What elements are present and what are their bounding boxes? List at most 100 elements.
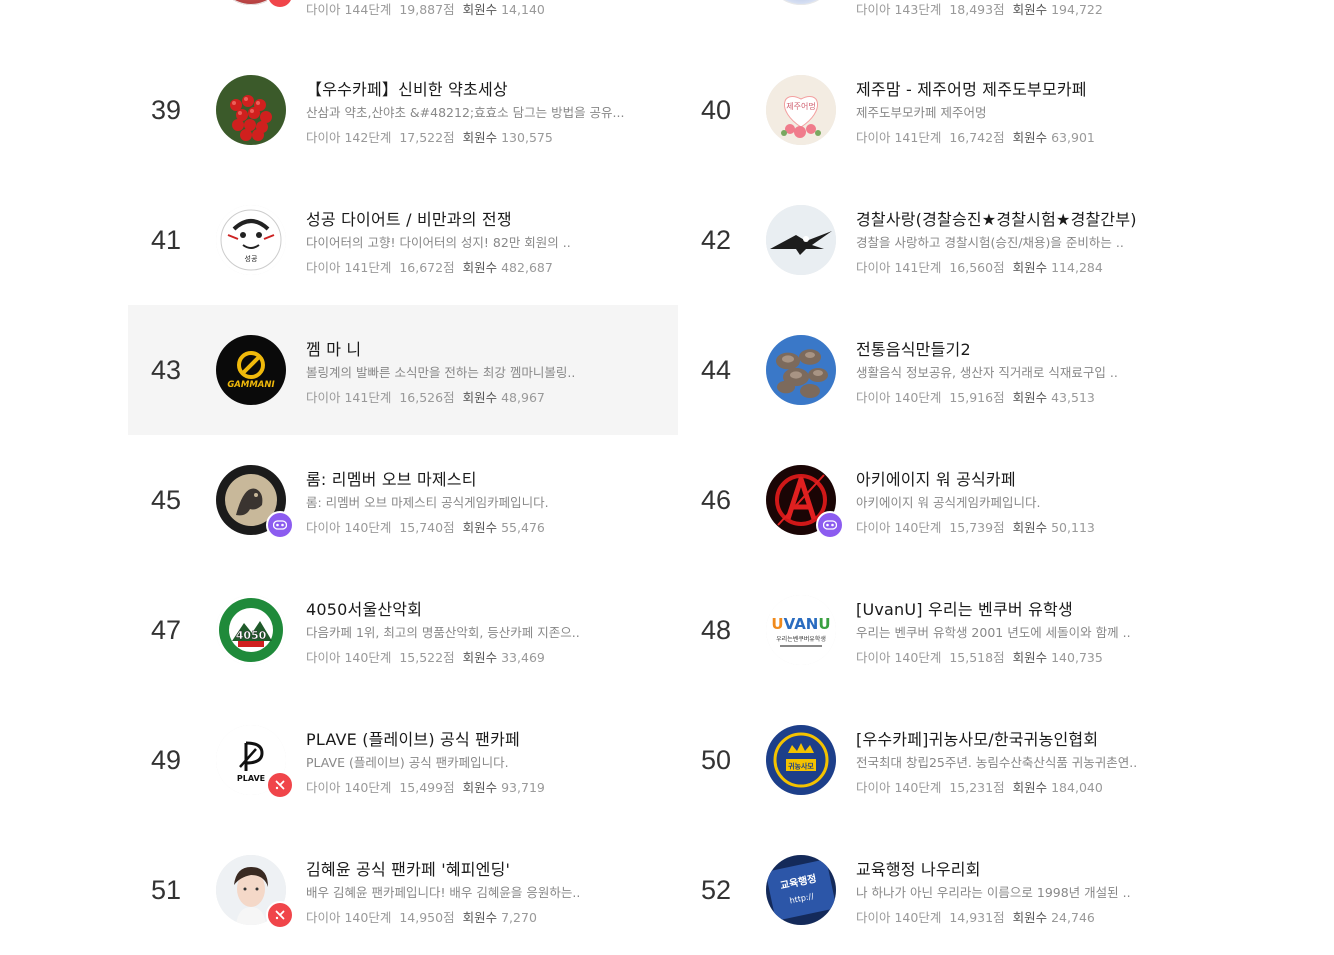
- svg-text:UVANU: UVANU: [771, 615, 830, 633]
- cafe-title[interactable]: 껨 마 니: [306, 340, 666, 360]
- cafe-thumbnail-farm-crest-icon[interactable]: 귀농사모: [766, 725, 836, 795]
- cafe-description: 배우 김혜윤 팬카페입니다! 배우 김혜윤을 응원하는..: [306, 885, 581, 900]
- fan-badge-icon: [266, 901, 294, 929]
- cafe-level: 다이아 141단계: [306, 390, 392, 405]
- cafe-level: 다이아 140단계: [306, 520, 392, 535]
- members-label: 회원수: [462, 2, 498, 17]
- cafe-title[interactable]: [우수카페]귀농사모/한국귀농인협회: [856, 730, 1216, 750]
- members-label: 회원수: [1012, 780, 1048, 795]
- cafe-ranking-item[interactable]: 44 전통음식만들기2 생활음식 정보공유, 생산자 직거래로 식재료구입 ..…: [678, 305, 1228, 435]
- cafe-level: 다이아 140단계: [306, 650, 392, 665]
- cafe-ranking-item[interactable]: 47 4050 4050서울산악회 다음카페 1위, 최고의 명품산악회, 등산…: [128, 565, 678, 695]
- cafe-thumbnail-gammani-logo-icon[interactable]: GAMMANI: [216, 335, 286, 405]
- members-label: 회원수: [1012, 2, 1048, 17]
- cafe-title[interactable]: 4050서울산악회: [306, 600, 666, 620]
- members-label: 회원수: [462, 390, 498, 405]
- members-label: 회원수: [462, 520, 498, 535]
- cafe-meta: 다이아 140단계 14,950점 회원수 7,270: [306, 910, 666, 925]
- cafe-description: 전국최대 창립25주년. 농림수산축산식품 귀농귀촌연..: [856, 755, 1138, 770]
- members-count: 93,719: [501, 780, 545, 795]
- cafe-ranking-item[interactable]: 39 【우수카페】신비한 약초세상 산삼과 약초,산야초 &#48212;효효소…: [128, 45, 678, 175]
- cafe-thumbnail-archeage-logo-icon[interactable]: [766, 465, 844, 539]
- svg-text:PLAVE: PLAVE: [237, 774, 265, 783]
- cafe-rank: 48: [700, 614, 732, 645]
- cafe-level: 다이아 140단계: [856, 650, 942, 665]
- cafe-meta: 다이아 144단계 19,887점 회원수 14,140: [306, 2, 666, 17]
- cafe-level: 다이아 140단계: [306, 780, 392, 795]
- cafe-score: 19,887점: [399, 2, 455, 17]
- members-label: 회원수: [1012, 650, 1048, 665]
- eagle-icon: [766, 205, 836, 275]
- members-label: 회원수: [1012, 130, 1048, 145]
- cafe-thumbnail-flower-heart-icon[interactable]: 제주어멍: [766, 75, 836, 145]
- cafe-level: 다이아 144단계: [306, 2, 392, 17]
- cafe-title[interactable]: 【우수카페】신비한 약초세상: [306, 80, 666, 100]
- cafe-meta: 다이아 141단계 16,742점 회원수 63,901: [856, 130, 1216, 145]
- members-count: 130,575: [501, 130, 553, 145]
- cafe-score: 15,916점: [949, 390, 1005, 405]
- partial-row-left[interactable]: 다이아 144단계 19,887점 회원수 14,140: [128, 0, 678, 35]
- cafe-thumbnail-red-berries-icon[interactable]: [216, 75, 286, 145]
- cafe-ranking-item[interactable]: 49 PLAVE PLAVE (플레이브) 공식 팬카페 PLAVE (플레이브…: [128, 695, 678, 825]
- cafe-ranking-item[interactable]: 45 롬: 리멤버 오브 마제스티 롬: 리멤버 오브 마제스티 공식게임카페입…: [128, 435, 678, 565]
- cafe-ranking-item[interactable]: 43 GAMMANI 껨 마 니 볼링계의 발빠른 소식만을 전하는 최강 껨마…: [128, 305, 678, 435]
- cafe-rank: 45: [150, 484, 182, 515]
- cafe-thumbnail-hiking-club-logo-icon[interactable]: 4050: [216, 595, 286, 665]
- cafe-title[interactable]: 아키에이지 워 공식카페: [856, 470, 1216, 490]
- cafe-score: 15,518점: [949, 650, 1005, 665]
- cafe-thumbnail-eagle-icon[interactable]: [766, 205, 836, 275]
- members-label: 회원수: [462, 910, 498, 925]
- cafe-title[interactable]: 경찰사랑(경찰승진★경찰시험★경찰간부): [856, 210, 1216, 230]
- cafe-thumbnail-moon-wolf-icon[interactable]: [216, 465, 294, 539]
- cafe-description: 아키에이지 워 공식게임카페입니다.: [856, 495, 1041, 510]
- cafe-title[interactable]: 전통음식만들기2: [856, 340, 1216, 360]
- cafe-title[interactable]: 롬: 리멤버 오브 마제스티: [306, 470, 666, 490]
- cafe-description: 다음카페 1위, 최고의 명품산악회, 등산카페 지존으..: [306, 625, 580, 640]
- members-count: 50,113: [1051, 520, 1095, 535]
- cafe-ranking-item[interactable]: 41 성공 성공 다이어트 / 비만과의 전쟁 다이어터의 고향! 다이어터의 …: [128, 175, 678, 305]
- partial-row-right[interactable]: 다이아 143단계 18,493점 회원수 194,722: [678, 0, 1228, 35]
- cafe-title[interactable]: 성공 다이어트 / 비만과의 전쟁: [306, 210, 666, 230]
- members-count: 482,687: [501, 260, 553, 275]
- cafe-ranking-item[interactable]: 50 귀농사모 [우수카페]귀농사모/한국귀농인협회 전국최대 창립25주년. …: [678, 695, 1228, 825]
- cafe-rank: 49: [150, 744, 182, 775]
- cafe-title[interactable]: [UvanU] 우리는 벤쿠버 유학생: [856, 600, 1216, 620]
- cafe-title[interactable]: 김혜윤 공식 팬카페 '혜피엔딩': [306, 860, 666, 880]
- banner-photo-icon: 교육행정 http://: [766, 855, 836, 925]
- cafe-description: 산삼과 약초,산야초 &#48212;효효소 담그는 방법을 공유...: [306, 105, 625, 120]
- cafe-ranking-item[interactable]: 48 UVANU 우리는벤쿠버유학생 [UvanU] 우리는 벤쿠버 유학생 우리…: [678, 565, 1228, 695]
- cafe-thumbnail-banner-photo-icon[interactable]: 교육행정 http://: [766, 855, 836, 925]
- cafe-meta: 다이아 140단계 15,231점 회원수 184,040: [856, 780, 1216, 795]
- cafe-meta: 다이아 142단계 17,522점 회원수 130,575: [306, 130, 666, 145]
- cafe-ranking-item[interactable]: 52 교육행정 http:// 교육행정 나우리회 나 하나가 아닌 우리라는 이…: [678, 825, 1228, 955]
- cafe-rank: 41: [150, 224, 182, 255]
- cafe-thumbnail[interactable]: [216, 0, 294, 9]
- cafe-ranking-item[interactable]: 42 경찰사랑(경찰승진★경찰시험★경찰간부) 경찰을 사랑하고 경찰시험(승진…: [678, 175, 1228, 305]
- cafe-ranking-item[interactable]: 46 아키에이지 워 공식카페 아키에이지 워 공식게임카페입니다. 다이아 1…: [678, 435, 1228, 565]
- uvanu-logo-icon: UVANU 우리는벤쿠버유학생: [766, 595, 836, 665]
- cafe-description: 다이어터의 고향! 다이어터의 성지! 82만 회원의 ..: [306, 235, 571, 250]
- cafe-ranking-item[interactable]: 40 제주어멍 제주맘 - 제주어멍 제주도부모카페 제주도부모카페 제주어멍 …: [678, 45, 1228, 175]
- cafe-description: 나 하나가 아닌 우리라는 이름으로 1998년 개설된 ..: [856, 885, 1131, 900]
- cafe-title[interactable]: 제주맘 - 제주어멍 제주도부모카페: [856, 80, 1216, 100]
- cafe-score: 18,493점: [949, 2, 1005, 17]
- members-count: 24,746: [1051, 910, 1095, 925]
- cafe-thumbnail-actress-photo-icon[interactable]: [216, 855, 294, 929]
- cafe-rank: 42: [700, 224, 732, 255]
- members-label: 회원수: [1012, 260, 1048, 275]
- cafe-title[interactable]: 교육행정 나우리회: [856, 860, 1216, 880]
- members-count: 48,967: [501, 390, 545, 405]
- cafe-score: 15,522점: [399, 650, 455, 665]
- cafe-ranking-item[interactable]: 51 김혜윤 공식 팬카페 '혜피엔딩' 배우 김혜윤 팬카페입니다! 배우 김…: [128, 825, 678, 955]
- cafe-thumbnail-uvanu-logo-icon[interactable]: UVANU 우리는벤쿠버유학생: [766, 595, 836, 665]
- cafe-rank: 47: [150, 614, 182, 645]
- cafe-level: 다이아 142단계: [306, 130, 392, 145]
- cafe-level: 다이아 140단계: [856, 780, 942, 795]
- cafe-thumbnail-mushroom-icon[interactable]: [766, 335, 836, 405]
- cafe-thumbnail[interactable]: [766, 0, 836, 5]
- cafe-thumbnail-plave-logo-icon[interactable]: PLAVE: [216, 725, 294, 799]
- cafe-thumbnail-cartoon-face-icon[interactable]: 성공: [216, 205, 286, 275]
- cafe-rank: 50: [700, 744, 732, 775]
- cafe-title[interactable]: PLAVE (플레이브) 공식 팬카페: [306, 730, 666, 750]
- cafe-meta: 다이아 140단계 15,916점 회원수 43,513: [856, 390, 1216, 405]
